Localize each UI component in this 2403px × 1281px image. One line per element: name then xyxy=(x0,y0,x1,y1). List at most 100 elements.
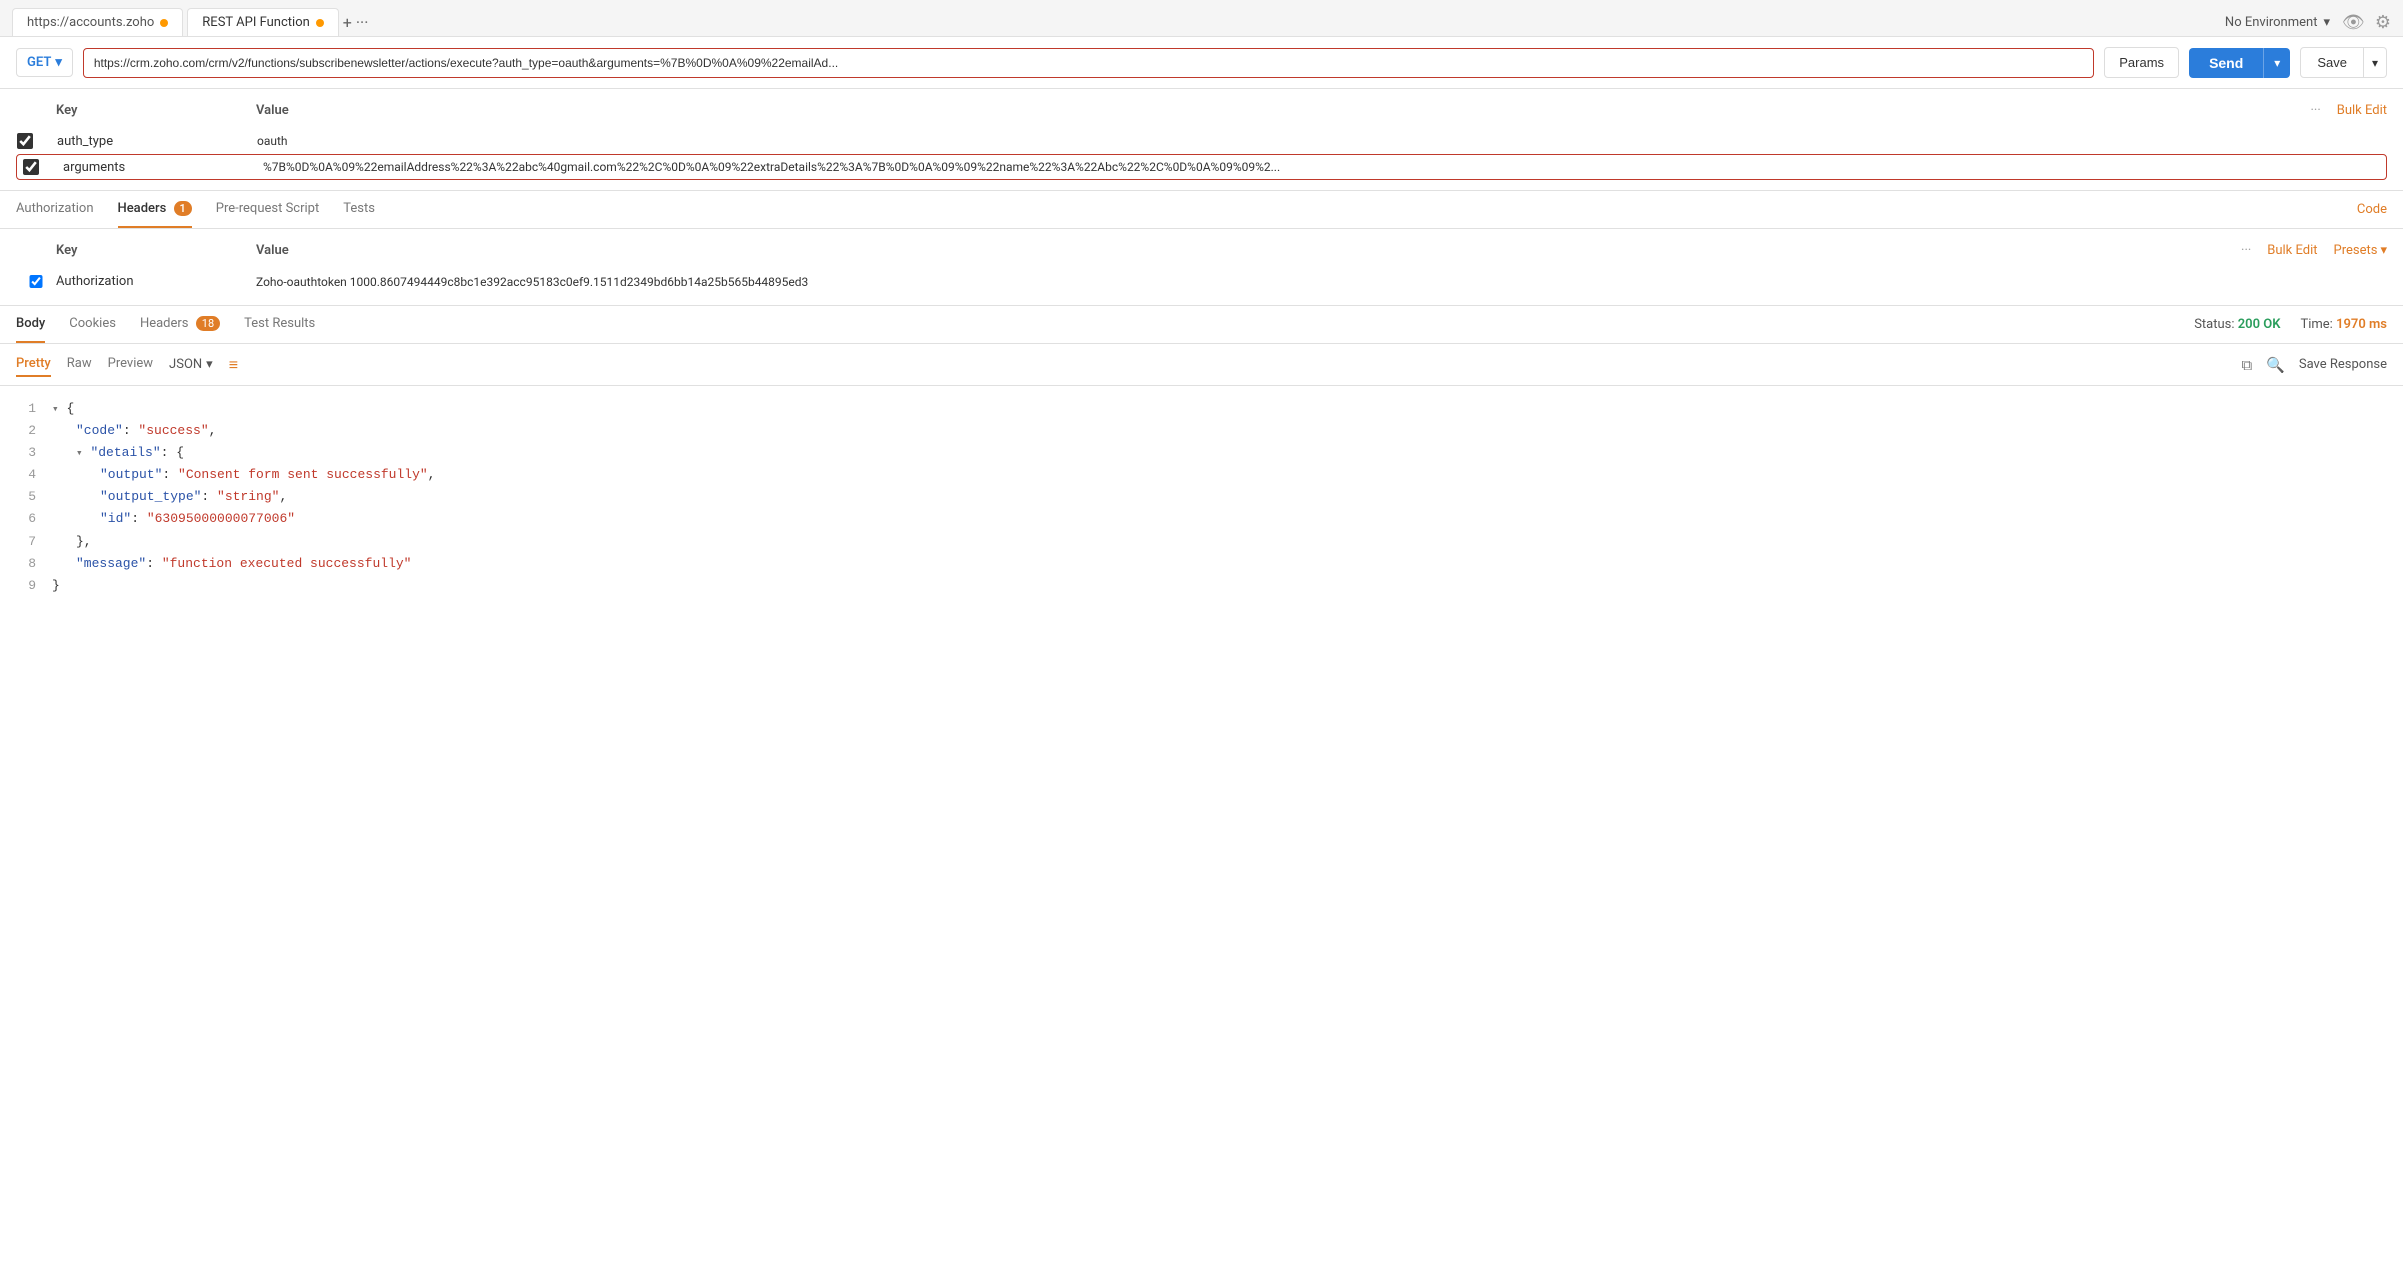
response-toolbar: Pretty Raw Preview JSON ▾ ≡ ⧉ 🔍 Save Res… xyxy=(0,344,2403,386)
collapse-1[interactable]: ▾ xyxy=(52,404,59,416)
collapse-3[interactable]: ▾ xyxy=(76,448,83,460)
tab-bar-right: No Environment ▾ 👁 ⚙ xyxy=(2225,12,2391,33)
params-bulk-edit-button[interactable]: Bulk Edit xyxy=(2337,103,2387,118)
method-selector[interactable]: GET ▾ xyxy=(16,48,73,77)
resp-tab-pretty[interactable]: Pretty xyxy=(16,352,51,377)
headers-more-icon[interactable]: ··· xyxy=(2241,243,2251,258)
response-status: Status: 200 OK Time: 1970 ms xyxy=(2194,317,2387,332)
send-button-group: Send ▾ xyxy=(2189,48,2290,78)
tab-more-button[interactable]: ··· xyxy=(356,13,369,32)
header-row-1-key: Authorization xyxy=(56,274,256,289)
tab-tests[interactable]: Tests xyxy=(343,191,375,228)
headers-toolbar-right: ··· Bulk Edit Presets ▾ xyxy=(2241,243,2387,258)
save-button[interactable]: Save xyxy=(2300,47,2364,78)
headers-value-col: Value xyxy=(256,243,289,258)
header-row-1-checkbox[interactable] xyxy=(16,275,56,288)
plus-icon: + xyxy=(343,13,352,32)
response-headers-badge: 18 xyxy=(196,316,220,331)
headers-badge: 1 xyxy=(174,201,192,216)
json-line-9: 9 } xyxy=(16,575,2387,597)
response-tab-body[interactable]: Body xyxy=(16,306,45,343)
response-tabs: Body Cookies Headers 18 Test Results Sta… xyxy=(16,306,2387,343)
headers-bulk-edit-button[interactable]: Bulk Edit xyxy=(2267,243,2317,258)
wrap-icon[interactable]: ≡ xyxy=(229,355,238,375)
tab-authorization[interactable]: Authorization xyxy=(16,191,94,228)
request-tabs-section: Authorization Headers 1 Pre-request Scri… xyxy=(0,191,2403,229)
params-header: Key Value ··· Bulk Edit xyxy=(16,99,2387,122)
request-tabs-left: Authorization Headers 1 Pre-request Scri… xyxy=(16,191,375,228)
send-button[interactable]: Send xyxy=(2189,48,2263,78)
headers-section: Key Value ··· Bulk Edit Presets ▾ Author… xyxy=(0,229,2403,306)
more-icon: ··· xyxy=(356,13,369,32)
json-line-2: 2 "code": "success", xyxy=(16,420,2387,442)
save-button-group: Save ▾ xyxy=(2300,47,2387,78)
resp-tab-preview[interactable]: Preview xyxy=(108,352,153,377)
json-line-8: 8 "message": "function executed successf… xyxy=(16,553,2387,575)
param-row-1-checkbox[interactable] xyxy=(17,133,33,149)
params-columns: Key Value xyxy=(16,99,289,122)
json-line-4: 4 "output": "Consent form sent successfu… xyxy=(16,464,2387,486)
header-row-1-value: Zoho-oauthtoken 1000.8607494449c8bc1e392… xyxy=(256,275,2387,289)
params-button[interactable]: Params xyxy=(2104,47,2179,78)
env-dropdown-icon: ▾ xyxy=(2323,15,2330,30)
tab-bar-left: https://accounts.zoho REST API Function … xyxy=(12,8,368,36)
copy-icon[interactable]: ⧉ xyxy=(2241,356,2252,374)
param-row-2-checkbox[interactable] xyxy=(23,159,39,175)
tab-add-button[interactable]: + xyxy=(343,13,352,32)
eye-icon[interactable]: 👁 xyxy=(2342,12,2365,33)
params-more-icon[interactable]: ··· xyxy=(2311,103,2321,118)
response-tab-cookies[interactable]: Cookies xyxy=(69,306,116,343)
status-label: Status: 200 OK xyxy=(2194,317,2280,332)
param-row-arguments: arguments %7B%0D%0A%09%22emailAddress%22… xyxy=(16,154,2387,180)
time-label: Time: 1970 ms xyxy=(2300,317,2387,332)
tab-accounts-label: https://accounts.zoho xyxy=(27,15,154,30)
tab-rest-dot xyxy=(316,19,324,27)
tab-bar: https://accounts.zoho REST API Function … xyxy=(0,0,2403,37)
method-dropdown-icon: ▾ xyxy=(55,55,62,70)
response-tab-headers[interactable]: Headers 18 xyxy=(140,306,220,343)
env-label: No Environment xyxy=(2225,15,2318,30)
tab-pre-request[interactable]: Pre-request Script xyxy=(216,191,319,228)
method-label: GET xyxy=(27,55,51,70)
tab-rest[interactable]: REST API Function xyxy=(187,8,339,36)
param-row: auth_type oauth xyxy=(16,128,2387,154)
json-line-1: 1 ▾ { xyxy=(16,398,2387,420)
response-section: Body Cookies Headers 18 Test Results Sta… xyxy=(0,306,2403,344)
response-toolbar-right: ⧉ 🔍 Save Response xyxy=(2241,356,2387,374)
url-bar: GET ▾ Params Send ▾ Save ▾ xyxy=(0,37,2403,89)
tab-accounts-dot xyxy=(160,19,168,27)
param-row-2-key: arguments xyxy=(63,160,263,175)
save-response-button[interactable]: Save Response xyxy=(2299,357,2387,372)
resp-tab-raw[interactable]: Raw xyxy=(67,352,92,377)
gear-icon[interactable]: ⚙ xyxy=(2375,12,2391,33)
send-dropdown-button[interactable]: ▾ xyxy=(2263,48,2290,78)
search-icon[interactable]: 🔍 xyxy=(2266,356,2285,374)
tab-accounts[interactable]: https://accounts.zoho xyxy=(12,8,183,36)
presets-dropdown-icon: ▾ xyxy=(2380,243,2387,258)
url-input[interactable] xyxy=(83,48,2094,78)
code-link[interactable]: Code xyxy=(2357,202,2387,217)
json-line-3: 3 ▾ "details": { xyxy=(16,442,2387,464)
headers-key-col: Key xyxy=(56,243,256,258)
json-response-body: 1 ▾ { 2 "code": "success", 3 ▾ "details"… xyxy=(0,386,2403,609)
json-line-5: 5 "output_type": "string", xyxy=(16,486,2387,508)
status-value: 200 OK xyxy=(2238,317,2281,332)
params-value-col: Value xyxy=(256,103,289,118)
save-dropdown-button[interactable]: ▾ xyxy=(2364,47,2387,78)
tab-headers[interactable]: Headers 1 xyxy=(118,191,192,228)
response-tabs-left: Body Cookies Headers 18 Test Results xyxy=(16,306,315,343)
param-row-1-key: auth_type xyxy=(57,134,257,149)
json-line-7: 7 }, xyxy=(16,531,2387,553)
env-selector[interactable]: No Environment ▾ xyxy=(2225,15,2330,30)
param-row-2-value: %7B%0D%0A%09%22emailAddress%22%3A%22abc%… xyxy=(263,160,2380,174)
headers-toolbar: Key Value ··· Bulk Edit Presets ▾ xyxy=(16,239,2387,262)
time-value: 1970 ms xyxy=(2336,317,2387,332)
param-row-1-value: oauth xyxy=(257,134,2386,148)
response-tab-test-results[interactable]: Test Results xyxy=(244,306,315,343)
params-section: Key Value ··· Bulk Edit auth_type oauth … xyxy=(0,89,2403,191)
json-line-6: 6 "id": "63095000000077006" xyxy=(16,508,2387,530)
header-row: Authorization Zoho-oauthtoken 1000.86074… xyxy=(16,268,2387,295)
format-selector[interactable]: JSON ▾ xyxy=(169,357,213,372)
headers-presets-button[interactable]: Presets ▾ xyxy=(2334,243,2387,258)
tab-rest-label: REST API Function xyxy=(202,15,310,30)
